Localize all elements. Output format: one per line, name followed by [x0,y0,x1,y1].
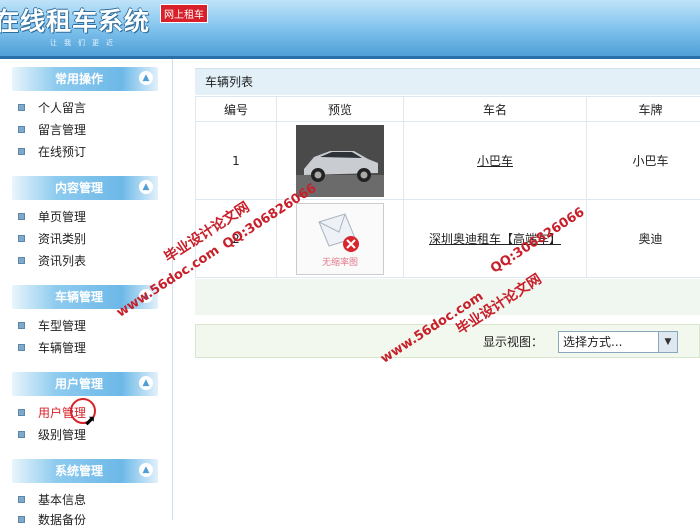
group-title: 常用操作 [55,72,103,86]
group-title: 用户管理 [55,377,103,391]
bullet-icon [18,126,25,133]
collapse-icon[interactable]: ▲ [139,71,153,85]
column-header-plate: 车牌 [587,97,700,122]
bullet-icon [18,322,25,329]
group-title: 车辆管理 [55,290,103,304]
collapse-icon[interactable]: ▲ [139,180,153,194]
table-header-row: 编号 预览 车名 车牌 [196,97,700,122]
sidebar-item-model-manage[interactable]: 车型管理 [38,317,86,335]
column-header-id: 编号 [196,97,277,122]
bullet-icon [18,409,25,416]
sidebar-item-label: 车型管理 [38,319,86,333]
sidebar-item-level-manage[interactable]: 级别管理 [38,426,86,444]
cursor-icon: ⬈ [84,413,96,429]
sidebar-item-label: 资讯类别 [38,232,86,246]
sidebar-item-label: 单页管理 [38,210,86,224]
view-label: 显示视图： [483,325,543,359]
sidebar-group-content[interactable]: 内容管理 ▲ [12,176,158,200]
app-logo: 在线租车系统 [0,2,150,38]
chevron-down-icon[interactable]: ▼ [658,332,677,352]
page-title: 车辆列表 [205,69,253,95]
bullet-icon [18,257,25,264]
logo-badge: 网上租车 [160,4,208,23]
no-thumbnail[interactable]: 无缩率图 [296,203,384,275]
sidebar-item-news-category[interactable]: 资讯类别 [38,230,86,248]
column-header-preview: 预览 [277,97,404,122]
no-thumbnail-text: 无缩率图 [297,255,383,268]
collapse-icon[interactable]: ▲ [139,463,153,477]
sidebar-item-label: 留言管理 [38,123,86,137]
bullet-icon [18,235,25,242]
cell-name: 小巴车 [404,122,587,200]
sidebar-item-news-list[interactable]: 资讯列表 [38,252,86,270]
sidebar-item-label: 个人留言 [38,101,86,115]
bullet-icon [18,344,25,351]
bullet-icon [18,496,25,503]
sidebar-item-label: 基本信息 [38,493,86,507]
group-title: 系统管理 [55,464,103,478]
sidebar-item-personal-message[interactable]: 个人留言 [38,99,86,117]
cell-plate: 小巴车 [587,122,700,200]
header-slogan: 让我们更近 [50,38,120,48]
app-header: 在线租车系统 网上租车 让我们更近 [0,0,700,56]
view-select-value: 选择方式... [563,332,622,352]
sidebar-group-common[interactable]: 常用操作 ▲ [12,67,158,91]
sidebar-item-label: 级别管理 [38,428,86,442]
vehicle-table: 编号 预览 车名 车牌 1 小巴车 小巴车 2 [195,96,700,278]
column-header-name: 车名 [404,97,587,122]
sidebar-item-message-manage[interactable]: 留言管理 [38,121,86,139]
cell-id: 1 [196,122,277,200]
sidebar-item-label: 资讯列表 [38,254,86,268]
cell-preview: 无缩率图 [277,200,404,278]
view-select[interactable]: 选择方式... ▼ [558,331,678,353]
bullet-icon [18,104,25,111]
cell-preview [277,122,404,200]
filter-bar: 显示视图： 选择方式... ▼ [195,324,700,358]
sidebar-item-data-backup[interactable]: 数据备份 [38,511,86,529]
sidebar-item-page-manage[interactable]: 单页管理 [38,208,86,226]
sidebar-group-system[interactable]: 系统管理 ▲ [12,459,158,483]
list-title-bar: 车辆列表 [195,68,700,95]
sidebar-item-label: 车辆管理 [38,341,86,355]
bullet-icon [18,148,25,155]
sidebar-item-vehicle-manage[interactable]: 车辆管理 [38,339,86,357]
sidebar-item-basic-info[interactable]: 基本信息 [38,491,86,509]
mail-error-icon [315,212,367,254]
table-row: 1 小巴车 小巴车 [196,122,700,200]
sidebar-item-label: 数据备份 [38,513,86,527]
sidebar-item-online-booking[interactable]: 在线预订 [38,143,86,161]
sidebar-item-label: 在线预订 [38,145,86,159]
collapse-icon[interactable]: ▲ [139,376,153,390]
bullet-icon [18,213,25,220]
cell-plate: 奥迪 [587,200,700,278]
bullet-icon [18,431,25,438]
vehicle-name-link[interactable]: 小巴车 [477,154,513,168]
sidebar-group-user[interactable]: 用户管理 ▲ [12,372,158,396]
group-title: 内容管理 [55,181,103,195]
